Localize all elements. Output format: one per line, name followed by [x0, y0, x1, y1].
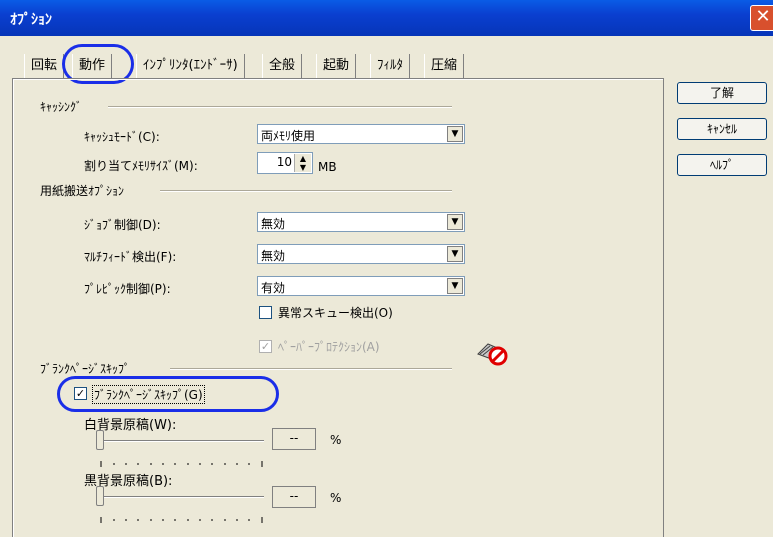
options-dialog: ｵﾌﾟｼｮﾝ ✕ 回転 動作 ｲﾝﾌﾟﾘﾝﾀ(ｴﾝﾄﾞｰｻ) 全般 起動 ﾌｨﾙ… [0, 0, 773, 537]
multifeed-label: ﾏﾙﾁﾌｨｰﾄﾞ検出(F): [84, 250, 177, 264]
paper-protection-checkbox[interactable]: ✓ [259, 340, 272, 353]
black-background-track [102, 496, 264, 498]
tab-general[interactable]: 全般 [262, 54, 303, 78]
cache-mode-select[interactable]: 両ﾒﾓﾘ使用 ▼ [257, 124, 465, 144]
tab-filter[interactable]: ﾌｨﾙﾀ [370, 54, 410, 78]
title-bar: ｵﾌﾟｼｮﾝ ✕ [0, 0, 773, 36]
skew-detect-label: 異常スキュー検出(O) [278, 306, 393, 320]
help-button[interactable]: ﾍﾙﾌﾟ [677, 154, 767, 176]
window-title: ｵﾌﾟｼｮﾝ [10, 12, 52, 28]
black-background-unit: % [330, 491, 342, 505]
cache-mode-value: 両ﾒﾓﾘ使用 [261, 129, 316, 143]
job-control-label: ｼﾞｮﾌﾞ制御(D): [84, 218, 161, 232]
cache-mode-label: ｷｬｯｼｭﾓｰﾄﾞ(C): [84, 130, 160, 144]
ok-button[interactable]: 了解 [677, 82, 767, 104]
tab-startup[interactable]: 起動 [316, 54, 357, 78]
blank-skip-label: ﾌﾞﾗﾝｸﾍﾟｰｼﾞｽｷｯﾌﾟ(G) [92, 385, 205, 404]
memory-size-unit: MB [318, 160, 337, 174]
tab-imprinter[interactable]: ｲﾝﾌﾟﾘﾝﾀ(ｴﾝﾄﾞｰｻ) [136, 54, 245, 78]
feed-section-label: 用紙搬送ｵﾌﾟｼｮﾝ [40, 184, 125, 198]
blank-skip-section-label: ﾌﾞﾗﾝｸﾍﾟｰｼﾞｽｷｯﾌﾟ [40, 362, 131, 376]
spinner-arrows-icon[interactable]: ▲ ▼ [294, 154, 311, 172]
close-button[interactable]: ✕ [750, 5, 773, 31]
chevron-down-icon[interactable]: ▼ [447, 214, 463, 230]
job-control-select[interactable]: 無効 ▼ [257, 212, 465, 232]
paper-protection-label: ﾍﾟｰﾊﾟｰﾌﾟﾛﾃｸｼｮﾝ(A) [278, 340, 380, 354]
prepick-label: ﾌﾟﾚﾋﾟｯｸ制御(P): [84, 282, 171, 296]
cancel-button[interactable]: ｷｬﾝｾﾙ [677, 118, 767, 140]
white-background-slider[interactable] [96, 430, 104, 450]
prepick-value: 有効 [261, 281, 286, 295]
paper-protection-icon [474, 340, 514, 366]
caching-section-label: ｷｬｯｼﾝｸﾞ [40, 100, 83, 114]
multifeed-value: 無効 [261, 249, 286, 263]
prepick-select[interactable]: 有効 ▼ [257, 276, 465, 296]
feed-divider [160, 190, 452, 192]
caching-divider [108, 106, 452, 108]
black-background-ticks [100, 512, 264, 523]
black-background-value: -- [272, 486, 316, 508]
blank-skip-divider [170, 368, 452, 370]
memory-size-spinner[interactable]: 10 ▲ ▼ [257, 152, 313, 174]
tab-rotation[interactable]: 回転 [24, 54, 65, 78]
white-background-ticks [100, 456, 264, 467]
white-background-value: -- [272, 428, 316, 450]
memory-size-value: 10 [276, 155, 292, 169]
white-background-track [102, 440, 264, 442]
memory-size-label: 割り当てﾒﾓﾘｻｲｽﾞ(M): [84, 159, 198, 173]
chevron-down-icon[interactable]: ▼ [447, 278, 463, 294]
chevron-down-icon[interactable]: ▼ [447, 126, 463, 142]
black-background-slider[interactable] [96, 486, 104, 506]
multifeed-select[interactable]: 無効 ▼ [257, 244, 465, 264]
chevron-down-icon[interactable]: ▼ [447, 246, 463, 262]
white-background-unit: % [330, 433, 342, 447]
blank-skip-checkbox[interactable]: ✓ [74, 387, 87, 400]
tab-compression[interactable]: 圧縮 [424, 54, 465, 78]
skew-detect-checkbox[interactable] [259, 306, 272, 319]
job-control-value: 無効 [261, 217, 286, 231]
